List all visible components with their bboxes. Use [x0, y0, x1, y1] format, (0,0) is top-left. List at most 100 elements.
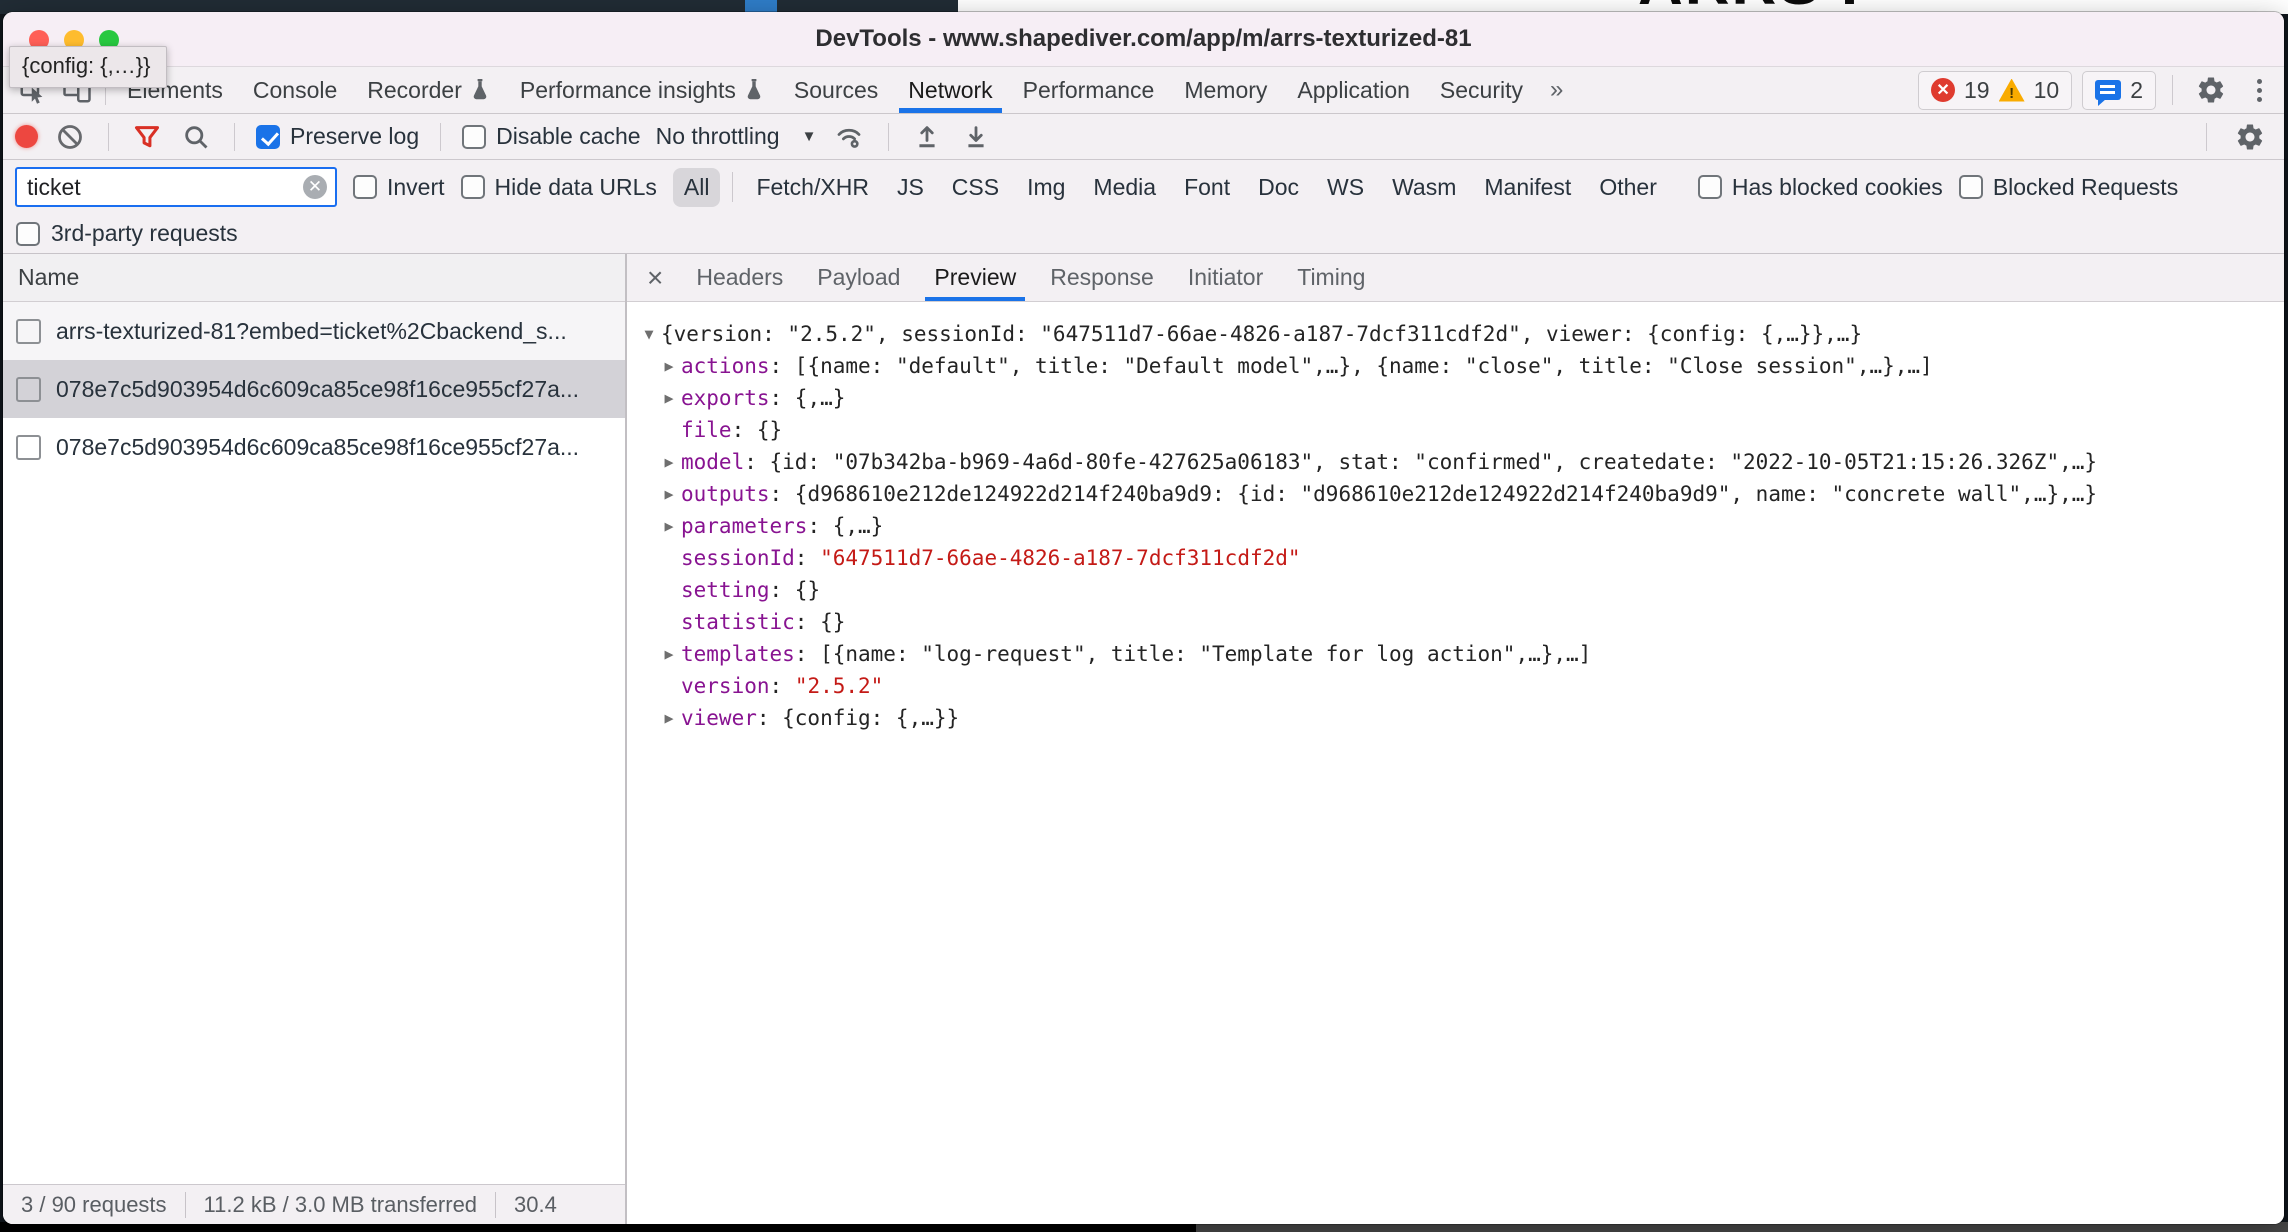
json-text: {version: "2.5.2", sessionId: "647511d7-…	[661, 322, 1862, 346]
filter-type-wasm[interactable]: Wasm	[1381, 168, 1467, 207]
disclosure-triangle-icon[interactable]: ▶	[657, 638, 681, 670]
json-line: ▶viewer: {config: {,…}}	[637, 702, 2276, 734]
disclosure-triangle-icon[interactable]: ▶	[657, 510, 681, 542]
window-titlebar[interactable]: DevTools - www.shapediver.com/app/m/arrs…	[3, 12, 2284, 66]
filter-type-css[interactable]: CSS	[941, 168, 1010, 207]
filter-type-manifest[interactable]: Manifest	[1473, 168, 1582, 207]
third-party-checkbox[interactable]	[16, 222, 40, 246]
search-network-button[interactable]	[179, 123, 213, 151]
preserve-log-control[interactable]: Preserve log	[256, 123, 419, 150]
panel-tabs: ElementsConsoleRecorderPerformance insig…	[112, 67, 1538, 113]
issues-chat-icon	[2095, 80, 2121, 100]
disclosure-triangle-icon[interactable]: ▶	[657, 350, 681, 382]
flask-icon	[470, 79, 490, 101]
json-text: : {,…}	[807, 514, 883, 538]
json-line: file: {}	[637, 414, 2276, 446]
devtools-tabbar: ElementsConsoleRecorderPerformance insig…	[3, 66, 2284, 114]
request-checkbox[interactable]	[16, 435, 41, 460]
request-rows: arrs-texturized-81?embed=ticket%2Cbacken…	[3, 302, 625, 1184]
tab-sources[interactable]: Sources	[779, 67, 893, 113]
json-line: ▶templates: [{name: "log-request", title…	[637, 638, 2276, 670]
request-row[interactable]: 078e7c5d903954d6c609ca85ce98f16ce955cf27…	[3, 418, 625, 476]
clear-filter-icon[interactable]: ✕	[303, 175, 327, 199]
detail-tab-response[interactable]: Response	[1033, 254, 1171, 301]
json-key: viewer	[681, 706, 757, 730]
tab-performance-insights[interactable]: Performance insights	[505, 67, 779, 113]
chevron-down-icon: ▼	[802, 128, 817, 145]
filter-type-font[interactable]: Font	[1173, 168, 1241, 207]
request-row[interactable]: arrs-texturized-81?embed=ticket%2Cbacken…	[3, 302, 625, 360]
export-har-button[interactable]	[959, 123, 993, 151]
json-text: : {}	[795, 610, 846, 634]
disclosure-triangle-icon[interactable]: ▶	[657, 446, 681, 478]
detail-tab-payload[interactable]: Payload	[800, 254, 917, 301]
invert-control[interactable]: Invert	[353, 174, 445, 201]
console-errors-warnings-button[interactable]: ✕ 19 ! 10	[1918, 71, 2072, 110]
disclosure-triangle-icon[interactable]: ▶	[657, 382, 681, 414]
request-row[interactable]: 078e7c5d903954d6c609ca85ce98f16ce955cf27…	[3, 360, 625, 418]
has-blocked-cookies-control[interactable]: Has blocked cookies	[1698, 174, 1943, 201]
filter-type-img[interactable]: Img	[1016, 168, 1076, 207]
tab-application[interactable]: Application	[1282, 67, 1425, 113]
import-har-button[interactable]	[910, 123, 944, 151]
tab-security[interactable]: Security	[1425, 67, 1538, 113]
name-column-header[interactable]: Name	[3, 254, 625, 302]
detail-tab-preview[interactable]: Preview	[917, 254, 1033, 301]
invert-checkbox[interactable]	[353, 175, 377, 199]
detail-tab-timing[interactable]: Timing	[1280, 254, 1382, 301]
record-network-log-button[interactable]	[15, 125, 38, 148]
json-text: : {config: {,…}}	[757, 706, 959, 730]
filter-type-media[interactable]: Media	[1082, 168, 1167, 207]
filter-type-fetch-xhr[interactable]: Fetch/XHR	[745, 168, 879, 207]
disclosure-triangle-icon[interactable]: ▼	[637, 318, 661, 350]
disable-cache-label: Disable cache	[496, 123, 640, 150]
tab-console[interactable]: Console	[238, 67, 352, 113]
tab-memory[interactable]: Memory	[1169, 67, 1282, 113]
tab-network[interactable]: Network	[893, 67, 1007, 113]
issues-button[interactable]: 2	[2082, 71, 2156, 110]
network-settings-button[interactable]	[2228, 122, 2272, 152]
json-text: : {}	[770, 578, 821, 602]
disclosure-triangle-icon[interactable]: ▶	[657, 702, 681, 734]
filter-type-all[interactable]: All	[673, 168, 721, 207]
detail-tab-initiator[interactable]: Initiator	[1171, 254, 1280, 301]
blocked-requests-checkbox[interactable]	[1959, 175, 1983, 199]
close-detail-button[interactable]: ×	[631, 254, 679, 301]
request-checkbox[interactable]	[16, 319, 41, 344]
filter-type-js[interactable]: JS	[886, 168, 935, 207]
json-line: ▶parameters: {,…}	[637, 510, 2276, 542]
network-toolbar: Preserve log Disable cache No throttling…	[3, 114, 2284, 160]
json-text: : {}	[732, 418, 783, 442]
preserve-log-checkbox[interactable]	[256, 125, 280, 149]
tab-performance[interactable]: Performance	[1008, 67, 1170, 113]
blocked-requests-control[interactable]: Blocked Requests	[1959, 174, 2178, 201]
throttling-select[interactable]: No throttling ▼	[656, 123, 817, 150]
filter-input[interactable]	[17, 174, 287, 201]
throttling-value: No throttling	[656, 123, 780, 150]
network-conditions-button[interactable]	[831, 122, 867, 152]
disclosure-triangle-icon[interactable]: ▶	[657, 478, 681, 510]
json-key: actions	[681, 354, 770, 378]
has-blocked-cookies-checkbox[interactable]	[1698, 175, 1722, 199]
detail-tab-headers[interactable]: Headers	[679, 254, 800, 301]
json-key: setting	[681, 578, 770, 602]
tab-label: Memory	[1184, 77, 1267, 104]
devtools-settings-button[interactable]	[2189, 75, 2233, 105]
tab-recorder[interactable]: Recorder	[352, 67, 505, 113]
more-tabs-button[interactable]: »	[1538, 67, 1575, 113]
request-checkbox[interactable]	[16, 377, 41, 402]
hide-data-urls-checkbox[interactable]	[461, 175, 485, 199]
devtools-window: DevTools - www.shapediver.com/app/m/arrs…	[3, 12, 2284, 1224]
filter-toggle-button[interactable]	[130, 123, 164, 151]
filter-type-doc[interactable]: Doc	[1247, 168, 1310, 207]
disable-cache-control[interactable]: Disable cache	[462, 123, 640, 150]
hide-data-urls-control[interactable]: Hide data URLs	[461, 174, 657, 201]
disable-cache-checkbox[interactable]	[462, 125, 486, 149]
clear-network-log-button[interactable]	[53, 123, 87, 151]
has-blocked-cookies-label: Has blocked cookies	[1732, 174, 1943, 201]
filter-type-ws[interactable]: WS	[1316, 168, 1375, 207]
filter-type-other[interactable]: Other	[1588, 168, 1668, 207]
customize-devtools-button[interactable]	[2243, 79, 2276, 102]
tab-label: Security	[1440, 77, 1523, 104]
filter-input-box[interactable]: ✕	[15, 167, 337, 207]
